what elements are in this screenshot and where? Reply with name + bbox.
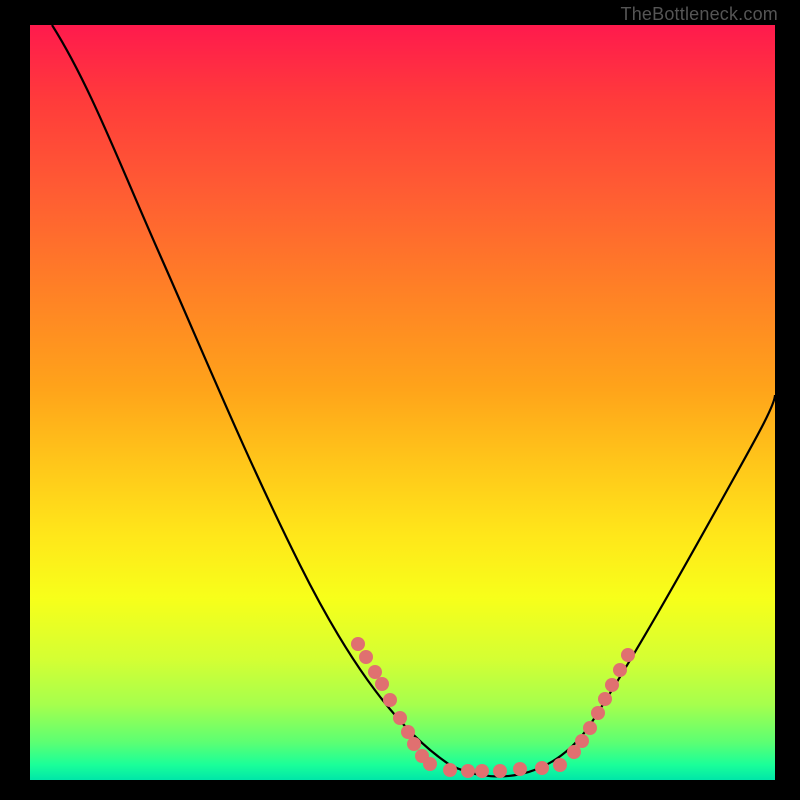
highlight-dot bbox=[613, 663, 627, 677]
highlight-dot bbox=[359, 650, 373, 664]
highlight-dot bbox=[591, 706, 605, 720]
bottleneck-curve-path bbox=[52, 25, 775, 776]
highlight-dot bbox=[493, 764, 507, 778]
highlight-dot bbox=[443, 763, 457, 777]
highlight-dot bbox=[423, 757, 437, 771]
highlight-dot bbox=[401, 725, 415, 739]
highlight-dot bbox=[598, 692, 612, 706]
chart-plot-area bbox=[30, 25, 775, 780]
highlight-dot bbox=[393, 711, 407, 725]
highlight-dot bbox=[621, 648, 635, 662]
chart-svg bbox=[30, 25, 775, 780]
chart-frame: TheBottleneck.com bbox=[0, 0, 800, 800]
highlight-dot bbox=[535, 761, 549, 775]
highlight-dot bbox=[461, 764, 475, 778]
highlight-dot bbox=[368, 665, 382, 679]
highlight-dot bbox=[553, 758, 567, 772]
highlight-dot bbox=[575, 734, 589, 748]
highlight-dot bbox=[475, 764, 489, 778]
highlight-dot bbox=[351, 637, 365, 651]
highlight-dot bbox=[583, 721, 597, 735]
curve-highlight-dots bbox=[351, 637, 635, 778]
highlight-dot bbox=[383, 693, 397, 707]
highlight-dot bbox=[407, 737, 421, 751]
attribution-label: TheBottleneck.com bbox=[621, 4, 778, 25]
highlight-dot bbox=[605, 678, 619, 692]
highlight-dot bbox=[375, 677, 389, 691]
highlight-dot bbox=[513, 762, 527, 776]
